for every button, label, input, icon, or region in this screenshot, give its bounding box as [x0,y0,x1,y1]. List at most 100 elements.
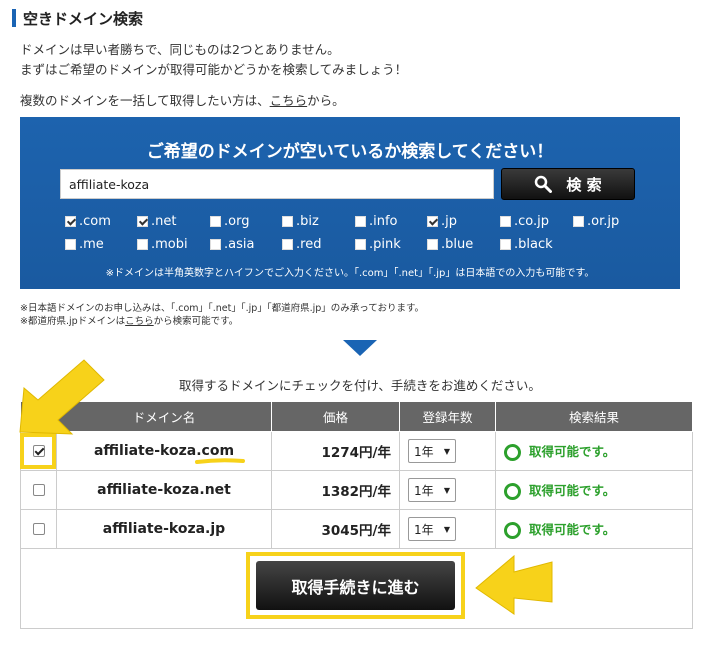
tld-option-pink[interactable]: .pink [355,237,401,252]
tld-option-me[interactable]: .me [65,237,104,252]
years-select[interactable]: 1年 ▼ [408,478,456,502]
years-cell: 1年 ▼ [399,431,496,471]
header-price: 価格 [271,401,400,432]
note-line-2-prefix: ※都道府県.jpドメインは [20,316,126,327]
tld-option-mobi[interactable]: .mobi [137,237,188,252]
note-line-2: ※都道府県.jpドメインはこちらから検索可能です。 [20,315,424,328]
years-select-value: 1年 [414,522,434,537]
domain-select-checkbox[interactable] [32,484,45,496]
table-row: affiliate-koza.jp 3045円/年 1年 ▼ 取得可能です。 [20,509,693,549]
tld-checkbox[interactable] [500,216,511,227]
domain-select-checkbox[interactable] [32,523,45,535]
tld-option-jp[interactable]: .jp [427,214,457,229]
tld-label: .com [79,214,111,229]
note-line-2-suffix: から検索可能です。 [153,316,239,327]
tld-checkbox[interactable] [137,216,148,227]
tld-checkbox[interactable] [500,239,511,250]
tld-option-com[interactable]: .com [65,214,111,229]
prefecture-search-link[interactable]: こちら [125,316,154,327]
tld-option-biz[interactable]: .biz [282,214,319,229]
tld-checkbox[interactable] [137,239,148,250]
domain-price: 1274円/年 [271,431,400,471]
domain-name: affiliate-koza.net [56,470,272,510]
pointer-arrow-icon [19,359,105,435]
status-text: 取得可能です。 [529,444,616,459]
results-table: ドメイン名 価格 登録年数 検索結果 affiliate-koza.com 127… [20,401,693,549]
intro-text: ドメインは早い者勝ちで、同じものは2つとありません。 まずはご希望のドメインが取… [20,40,407,80]
tld-checkbox[interactable] [573,216,584,227]
tld-label: .pink [369,237,401,252]
pointer-arrow-icon [475,554,553,615]
tld-label: .asia [224,237,255,252]
tld-label: .or.jp [587,214,620,229]
years-cell: 1年 ▼ [399,470,496,510]
search-button-label: 検 索 [566,175,602,194]
search-heading: ご希望のドメインが空いているか検索してください！ [146,142,554,162]
tld-label: .blue [441,237,474,252]
tld-checkbox[interactable] [282,239,293,250]
tld-label: .black [514,237,553,252]
tld-checkbox[interactable] [65,216,76,227]
years-select[interactable]: 1年 ▼ [408,517,456,541]
domain-price: 3045円/年 [271,509,400,549]
note-line-1: ※日本語ドメインのお申し込みは、「.com」「.net」「.jp」「都道府県.j… [20,303,425,314]
tld-option-info[interactable]: .info [355,214,398,229]
tld-checkbox[interactable] [210,216,221,227]
domain-search-input[interactable] [60,169,494,199]
available-circle-icon [504,444,521,461]
tld-option-cojp[interactable]: .co.jp [500,214,549,229]
table-row: affiliate-koza.com 1274円/年 1年 ▼ 取得可能です。 [20,431,693,471]
bulk-note: 複数のドメインを一括して取得したい方は、こちらから。 [20,90,345,109]
tld-label: .me [79,237,104,252]
tld-checkbox[interactable] [355,216,366,227]
tld-label: .red [296,237,322,252]
bulk-search-link[interactable]: こちら [270,93,308,108]
bulk-note-suffix: から。 [307,93,345,108]
tld-label: .info [369,214,398,229]
domain-search-page: 空きドメイン検索 ドメインは早い者勝ちで、同じものは2つとありません。 まずはご… [0,0,720,648]
tld-option-net[interactable]: .net [137,214,176,229]
tld-checkbox[interactable] [65,239,76,250]
tld-option-asia[interactable]: .asia [210,237,254,252]
tld-checkbox[interactable] [282,216,293,227]
domain-price: 1382円/年 [271,470,400,510]
domain-name: affiliate-koza.jp [56,509,272,549]
search-button[interactable]: 検 索 [501,168,635,200]
domain-underline-mark [195,458,245,464]
section-title-text: 空きドメイン検索 [23,9,144,28]
japanese-domain-notes: ※日本語ドメインのお申し込みは、「.com」「.net」「.jp」「都道府県.j… [20,302,424,328]
row-select-cell [20,509,57,549]
tld-checkbox[interactable] [427,216,438,227]
tld-label: .jp [441,214,457,229]
search-note: ※ドメインは半角英数字とハイフンでご入力ください。「.com」「.net」「.j… [105,268,595,279]
tld-label: .net [151,214,177,229]
intro-line-2: まずはご希望のドメインが取得可能かどうかを検索してみましょう！ [20,62,408,77]
title-accent-bar [12,9,16,27]
tld-option-red[interactable]: .red [282,237,321,252]
down-arrow-icon [343,340,377,356]
tld-option-black[interactable]: .black [500,237,553,252]
status-cell: 取得可能です。 [495,470,693,510]
tld-label: .org [224,214,250,229]
header-result: 検索結果 [495,401,693,432]
tld-option-orjp[interactable]: .or.jp [573,214,619,229]
status-cell: 取得可能です。 [495,509,693,549]
chevron-down-icon: ▼ [443,485,450,495]
tld-option-org[interactable]: .org [210,214,249,229]
years-select-value: 1年 [414,444,434,459]
header-years: 登録年数 [399,401,496,432]
section-title: 空きドメイン検索 [12,8,143,28]
tld-checkbox[interactable] [210,239,221,250]
available-circle-icon [504,483,521,500]
status-text: 取得可能です。 [529,483,616,498]
tld-checkbox[interactable] [355,239,366,250]
proceed-button[interactable]: 取得手続きに進む [256,561,455,610]
tld-option-blue[interactable]: .blue [427,237,473,252]
years-select[interactable]: 1年 ▼ [408,439,456,463]
intro-line-1: ドメインは早い者勝ちで、同じものは2つとありません。 [20,42,340,57]
row-select-cell [20,470,57,510]
tld-label: .mobi [151,237,188,252]
search-icon [535,175,553,193]
tld-checkbox[interactable] [427,239,438,250]
tld-label: .co.jp [514,214,550,229]
